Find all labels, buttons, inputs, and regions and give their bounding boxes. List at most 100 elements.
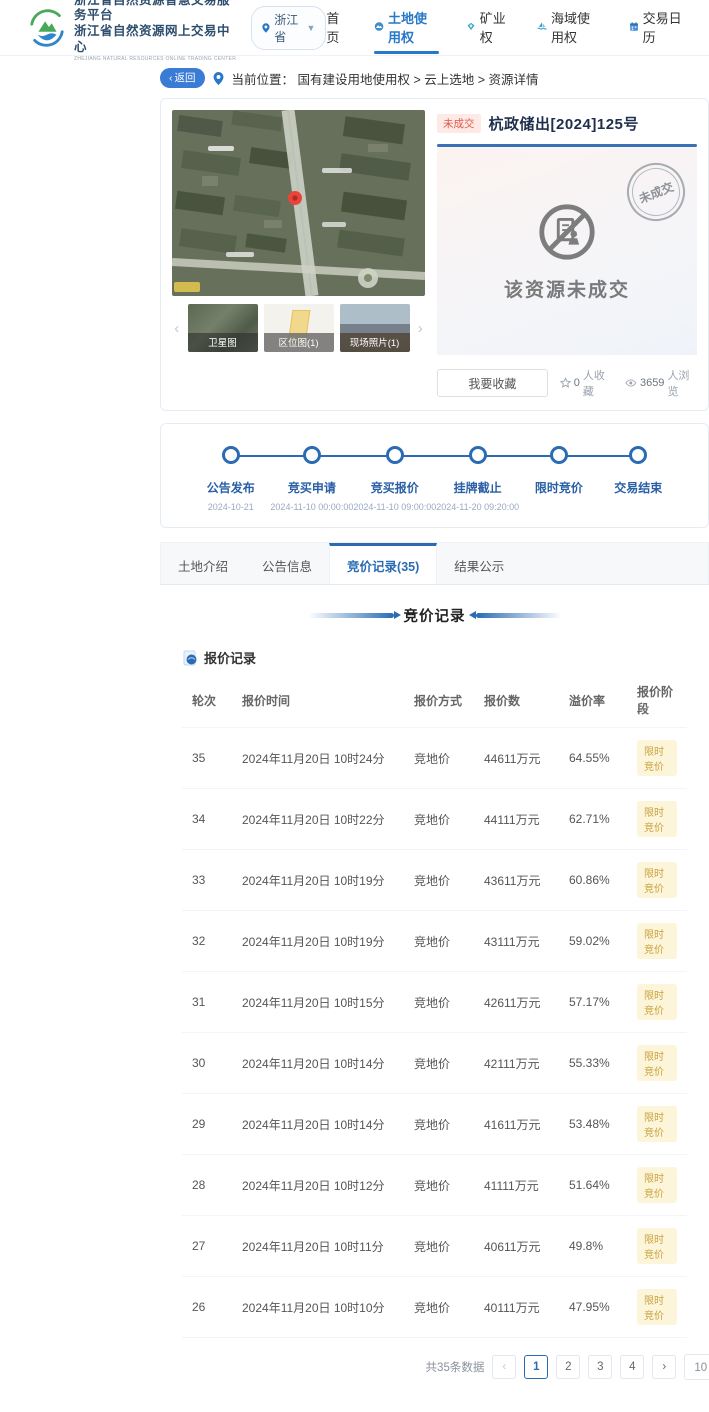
main-nav: 首页土地使用权 矿业权 海域使用权 交易日历	[326, 0, 683, 56]
nav-item-land[interactable]: 土地使用权	[374, 0, 439, 56]
thumbnail-1[interactable]: 区位图(1)	[264, 304, 334, 352]
favorite-count: 0人收藏	[560, 367, 614, 399]
favorite-button[interactable]: 我要收藏	[437, 369, 548, 397]
carousel-next-icon[interactable]: ›	[416, 320, 426, 337]
cell: 限时竞价	[637, 984, 677, 1020]
land-icon	[374, 20, 384, 33]
chevron-down-icon: ▼	[306, 23, 315, 33]
cell: 竞地价	[414, 1299, 484, 1316]
nav-item-home[interactable]: 首页	[326, 0, 347, 56]
column-header: 报价阶段	[637, 683, 677, 717]
nav-item-label: 交易日历	[643, 8, 683, 46]
region-selector[interactable]: 浙江省 ▼	[251, 6, 326, 50]
sea-icon	[537, 20, 547, 33]
cell: 2024年11月20日 10时12分	[242, 1177, 414, 1194]
pagination-next-icon[interactable]: ›	[652, 1355, 676, 1379]
timeline-step-label: 限时竞价	[535, 479, 583, 496]
stage-badge: 限时竞价	[637, 1045, 677, 1081]
cell: 33	[192, 873, 242, 887]
column-header: 报价方式	[414, 692, 484, 709]
cell: 34	[192, 812, 242, 826]
nav-item-cal[interactable]: 交易日历	[629, 0, 683, 56]
platform-title-english: ZHEJIANG NATURAL RESOURCES ONLINE TRADIN…	[74, 56, 238, 62]
cell: 2024年11月20日 10时14分	[242, 1116, 414, 1133]
view-count: 3659人浏览	[625, 367, 697, 399]
timeline-step-5: 交易结束	[599, 446, 678, 513]
cell: 竞地价	[414, 933, 484, 950]
platform-logo-icon	[28, 9, 66, 47]
pagination-page-2[interactable]: 2	[556, 1355, 580, 1379]
top-header: 浙江省自然资源智慧交易服务平台 浙江省自然资源网上交易中心 ZHEJIANG N…	[0, 0, 709, 56]
nav-item-label: 矿业权	[480, 8, 510, 46]
cell: 限时竞价	[637, 1228, 677, 1264]
cell: 27	[192, 1239, 242, 1253]
bid-table: 轮次报价时间报价方式报价数溢价率报价阶段352024年11月20日 10时24分…	[182, 673, 687, 1338]
record-doc-icon	[182, 650, 198, 666]
nav-item-label: 海域使用权	[551, 8, 602, 46]
back-button[interactable]: ‹ 返回	[160, 68, 205, 88]
nav-item-sea[interactable]: 海域使用权	[537, 0, 602, 56]
pagination-prev-icon[interactable]: ‹	[492, 1355, 516, 1379]
cell: 竞地价	[414, 811, 484, 828]
pagination-total: 共35条数据	[426, 1359, 485, 1375]
cell: 51.64%	[569, 1178, 637, 1192]
pagination-page-1[interactable]: 1	[524, 1355, 548, 1379]
timeline-step-label: 公告发布	[207, 479, 255, 496]
decor-arrow-right	[476, 613, 562, 618]
subsection-header: 报价记录	[182, 648, 709, 667]
cell: 60.86%	[569, 873, 637, 887]
cell: 2024年11月20日 10时19分	[242, 933, 414, 950]
map-marker-icon	[288, 191, 302, 205]
timeline-node-icon	[386, 446, 404, 464]
favorite-count-suffix: 人收藏	[583, 367, 613, 399]
carousel-prev-icon[interactable]: ‹	[172, 320, 182, 337]
platform-brand: 浙江省自然资源智慧交易服务平台 浙江省自然资源网上交易中心 ZHEJIANG N…	[74, 0, 238, 62]
tab-1[interactable]: 公告信息	[245, 543, 329, 584]
pagination: 共35条数据 ‹ 1234 › 10 条/页▼	[320, 1354, 709, 1380]
cell: 限时竞价	[637, 740, 677, 776]
view-count-suffix: 人浏览	[667, 367, 697, 399]
location-pin-icon	[213, 72, 224, 85]
pagination-page-3[interactable]: 3	[588, 1355, 612, 1379]
column-header: 报价时间	[242, 692, 414, 709]
timeline-step-3: 挂牌截止2024-11-20 09:20:00	[436, 446, 519, 513]
cell: 47.95%	[569, 1300, 637, 1314]
location-pin-icon	[262, 22, 270, 34]
table-row: 302024年11月20日 10时14分竞地价42111万元55.33%限时竞价	[182, 1033, 687, 1094]
cell: 2024年11月20日 10时15分	[242, 994, 414, 1011]
tab-2[interactable]: 竞价记录(35)	[329, 543, 437, 584]
satellite-map[interactable]	[172, 110, 425, 296]
table-row: 332024年11月20日 10时19分竞地价43611万元60.86%限时竞价	[182, 850, 687, 911]
decor-arrow-left	[308, 613, 394, 618]
favorite-count-number: 0	[574, 377, 580, 389]
breadcrumb-text: 当前位置： 国有建设用地使用权 > 云上选地 > 资源详情	[232, 69, 539, 88]
thumbnail-0[interactable]: 卫星图	[188, 304, 258, 352]
stage-badge: 限时竞价	[637, 740, 677, 776]
calendar-icon	[629, 20, 639, 33]
column-header: 溢价率	[569, 692, 637, 709]
timeline-step-label: 交易结束	[614, 479, 662, 496]
page-size-select[interactable]: 10 条/页▼	[684, 1354, 709, 1380]
cell: 40611万元	[484, 1238, 569, 1255]
cell: 竞地价	[414, 1116, 484, 1133]
unsold-message: 该资源未成交	[504, 275, 630, 302]
tab-3[interactable]: 结果公示	[437, 543, 521, 584]
pagination-page-4[interactable]: 4	[620, 1355, 644, 1379]
cell: 35	[192, 751, 242, 765]
tab-0[interactable]: 土地介绍	[161, 543, 245, 584]
table-row: 272024年11月20日 10时11分竞地价40611万元49.8%限时竞价	[182, 1216, 687, 1277]
table-row: 262024年11月20日 10时10分竞地价40111万元47.95%限时竞价	[182, 1277, 687, 1338]
stage-badge: 限时竞价	[637, 1289, 677, 1325]
cell: 41111万元	[484, 1177, 569, 1194]
thumbnail-list: 卫星图区位图(1) 现场照片(1)	[188, 304, 410, 352]
thumbnail-label: 现场照片(1)	[340, 333, 410, 352]
cell: 42611万元	[484, 994, 569, 1011]
nav-item-mine[interactable]: 矿业权	[466, 0, 510, 56]
cell: 竞地价	[414, 872, 484, 889]
cell: 55.33%	[569, 1056, 637, 1070]
cell: 49.8%	[569, 1239, 637, 1253]
timeline-step-2: 竞买报价2024-11-10 09:00:00	[353, 446, 436, 513]
thumbnail-2[interactable]: 现场照片(1)	[340, 304, 410, 352]
cell: 2024年11月20日 10时19分	[242, 872, 414, 889]
cell: 限时竞价	[637, 1167, 677, 1203]
